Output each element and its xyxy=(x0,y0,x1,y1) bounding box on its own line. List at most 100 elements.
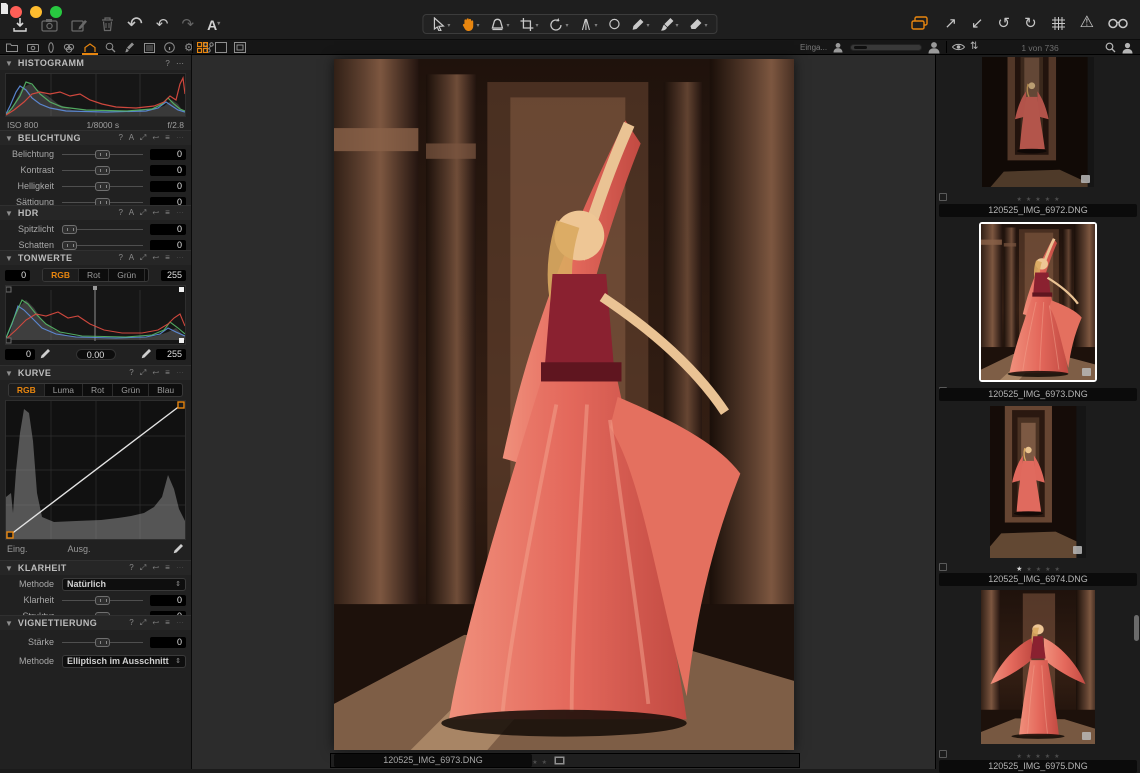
tab-library-folder[interactable] xyxy=(6,40,18,55)
undo-big-icon[interactable]: ↶ xyxy=(127,15,143,34)
thumb-checkbox[interactable] xyxy=(939,750,947,758)
eraser-tool[interactable]: ▾ xyxy=(690,18,708,31)
rotate-right-button[interactable]: ↻ xyxy=(1024,16,1037,31)
shadow-slider[interactable] xyxy=(62,240,143,251)
tab-gruen[interactable]: Grün xyxy=(109,269,145,281)
exposure-slider[interactable] xyxy=(62,149,143,160)
undo-button[interactable]: ↶ xyxy=(156,17,169,32)
rotate-tool[interactable]: ▾ xyxy=(549,18,568,31)
levels-shadow-input[interactable]: 0 xyxy=(5,270,30,281)
straighten-tool[interactable]: ▾ xyxy=(580,18,598,31)
thumb-filename[interactable]: 120525_IMG_6975.DNG xyxy=(939,760,1137,773)
import-button[interactable] xyxy=(12,17,28,33)
viewer-proof-view-button[interactable] xyxy=(234,42,246,53)
highlight-slider[interactable] xyxy=(62,224,143,235)
brightness-slider[interactable] xyxy=(62,181,143,192)
vignette-amount-slider[interactable] xyxy=(62,637,143,648)
vignette-method-dropdown[interactable]: Elliptisch im Ausschnitt⇕ xyxy=(62,655,186,668)
highlight-value[interactable]: 0 xyxy=(150,224,186,235)
filmstrip-toggle-icon[interactable] xyxy=(554,756,565,765)
trash-button[interactable] xyxy=(101,17,114,32)
exposure-value[interactable]: 0 xyxy=(150,149,186,160)
tab-exposure-active[interactable] xyxy=(84,40,96,55)
eye-filter-icon[interactable] xyxy=(952,42,965,52)
browser-filter-label[interactable]: Einga... xyxy=(800,43,827,52)
search-icon[interactable] xyxy=(1105,42,1116,53)
shadow-value[interactable]: 0 xyxy=(150,240,186,251)
tab-color[interactable] xyxy=(63,40,75,55)
levels-highlight-output[interactable]: 255 xyxy=(156,349,186,360)
section-histogram-header[interactable]: ▼ HISTOGRAMM ? ⋯ xyxy=(0,56,191,70)
section-levels-header[interactable]: ▼ TONWERTE ? A ⤢ ↩ ≡ ⋯ xyxy=(0,251,191,265)
section-vignetting-header[interactable]: ▼ VIGNETTIERUNG ? ⤢ ↩ ≡ ⋯ xyxy=(0,616,191,630)
levels-highlight-input[interactable]: 255 xyxy=(161,270,186,281)
curve-picker-icon[interactable] xyxy=(172,543,184,555)
levels-shadow-output[interactable]: 0 xyxy=(5,349,35,360)
brightness-value[interactable]: 0 xyxy=(150,181,186,192)
section-clarity-header[interactable]: ▼ KLARHEIT ? ⤢ ↩ ≡ ⋯ xyxy=(0,561,191,575)
tab-info[interactable] xyxy=(164,40,175,55)
section-curve-header[interactable]: ▼ KURVE ? ⤢ ↩ ≡ ⋯ xyxy=(0,366,191,380)
tab-rgb[interactable]: RGB xyxy=(9,384,45,396)
section-header-icons[interactable]: ? A ⤢ ↩ ≡ ⋯ xyxy=(119,208,186,218)
thumbnail-photo-6974[interactable] xyxy=(990,406,1086,558)
thumb-filename[interactable]: 120525_IMG_6972.DNG xyxy=(939,204,1137,217)
rotate-left-button[interactable]: ↺ xyxy=(998,16,1011,31)
sort-order-icon[interactable]: ⇅ xyxy=(970,41,978,52)
levels-chart[interactable] xyxy=(5,285,186,345)
contrast-slider[interactable] xyxy=(62,165,143,176)
thumbnail-photo-6972[interactable] xyxy=(982,57,1094,187)
levels-gamma-value[interactable]: 0.00 xyxy=(76,349,116,360)
redo-button[interactable]: ↷ xyxy=(182,17,195,32)
thumbnail-photo-6973-selected[interactable] xyxy=(979,222,1097,382)
thumb-star-rating[interactable]: ★★★★★ xyxy=(947,188,1129,206)
tab-details-loupe[interactable] xyxy=(105,40,116,55)
section-exposure-header[interactable]: ▼ BELICHTUNG ? A ⤢ ↩ ≡ ⋯ xyxy=(0,131,191,145)
exposure-warning-button[interactable]: ⚠ xyxy=(1080,15,1094,31)
filmstrip-scrollbar[interactable] xyxy=(1134,615,1139,641)
contrast-value[interactable]: 0 xyxy=(150,165,186,176)
section-header-icons[interactable]: ? A ⤢ ↩ ≡ ⋯ xyxy=(119,253,186,263)
edit-with-button[interactable] xyxy=(71,18,88,32)
proof-view-button[interactable] xyxy=(1108,18,1128,29)
thumb-checkbox[interactable] xyxy=(939,563,947,571)
curve-chart[interactable] xyxy=(5,400,186,540)
styles-text-tool[interactable]: A▾ xyxy=(207,17,220,33)
highlight-picker-icon[interactable] xyxy=(140,348,152,360)
tab-gruen[interactable]: Grün xyxy=(113,384,149,396)
tab-luma[interactable]: Luma xyxy=(45,384,83,396)
section-header-icons[interactable]: ? A ⤢ ↩ ≡ ⋯ xyxy=(119,133,186,143)
thumb-filename[interactable]: 120525_IMG_6974.DNG xyxy=(939,573,1137,586)
copy-adjustments-icon[interactable] xyxy=(911,16,930,31)
section-header-icons[interactable]: ? ⋯ xyxy=(165,59,186,68)
copy-apply-next-icon[interactable]: ↗ xyxy=(944,16,957,31)
spot-removal-tool[interactable] xyxy=(609,18,621,30)
copy-apply-prev-icon[interactable]: ↙ xyxy=(971,16,984,31)
clarity-slider[interactable] xyxy=(62,595,143,606)
brush-tool[interactable]: ▾ xyxy=(661,18,679,31)
tab-rot[interactable]: Rot xyxy=(83,384,113,396)
clarity-method-dropdown[interactable]: Natürlich⇕ xyxy=(62,578,186,591)
thumb-checkbox[interactable] xyxy=(939,193,947,201)
tab-rgb[interactable]: RGB xyxy=(43,269,79,281)
tab-lens[interactable] xyxy=(48,40,54,55)
tab-blau[interactable]: Blau xyxy=(149,384,182,396)
user-icon[interactable] xyxy=(1122,42,1133,54)
tab-adjustments-brush[interactable] xyxy=(125,40,135,55)
draw-mask-tool[interactable]: ▾ xyxy=(632,18,650,31)
tab-capture[interactable] xyxy=(27,40,39,55)
vignette-amount-value[interactable]: 0 xyxy=(150,637,186,648)
pan-hand-tool-active[interactable]: ▾ xyxy=(461,17,479,31)
tab-rot[interactable]: Rot xyxy=(79,269,109,281)
camera-capture-button[interactable] xyxy=(41,18,58,32)
thumbnail-photo-6975[interactable] xyxy=(981,590,1095,744)
tab-metadata-list[interactable] xyxy=(144,40,155,55)
tab-blau[interactable]: Blau xyxy=(145,269,149,281)
select-tool[interactable]: ▾ xyxy=(432,17,450,31)
thumb-filename[interactable]: 120525_IMG_6973.DNG xyxy=(939,388,1137,401)
section-header-icons[interactable]: ? ⤢ ↩ ≡ ⋯ xyxy=(129,563,186,573)
viewer-view-button[interactable] xyxy=(215,42,227,53)
thumbnail-size-slider[interactable] xyxy=(850,44,922,51)
section-header-icons[interactable]: ? ⤢ ↩ ≡ ⋯ xyxy=(129,368,186,378)
section-header-icons[interactable]: ? ⤢ ↩ ≡ ⋯ xyxy=(129,618,186,628)
